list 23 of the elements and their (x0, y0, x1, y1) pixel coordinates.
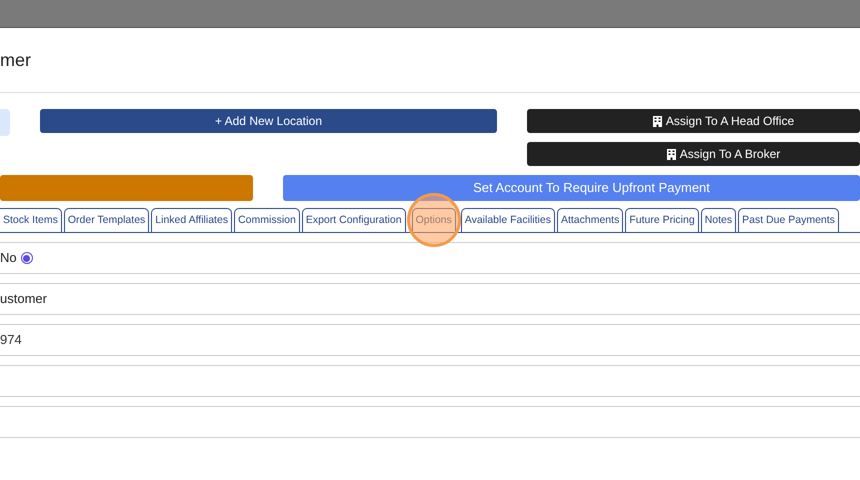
field-text: ustomer (0, 290, 47, 308)
tab[interactable]: Notes (700, 208, 736, 232)
upfront-payment-button[interactable]: Set Account To Require Upfront Payment (283, 175, 860, 201)
radio-button[interactable] (20, 252, 33, 264)
tab[interactable]: Order Templates (64, 208, 150, 232)
tab[interactable]: Stock Items (0, 208, 62, 232)
input-field[interactable]: 974 (0, 330, 120, 350)
tab[interactable]: Linked Affiliates (151, 208, 232, 232)
tab[interactable]: Export Configuration (302, 208, 406, 232)
radio-label: No (0, 249, 17, 268)
tab[interactable]: Available Facilities (460, 208, 555, 232)
button[interactable] (0, 109, 10, 136)
add-location-button[interactable]: + Add New Location (40, 109, 497, 133)
button[interactable] (0, 175, 253, 201)
building-icon (666, 148, 676, 160)
tab[interactable]: Attachments (556, 208, 624, 232)
modal-title: mer (0, 48, 31, 72)
building-icon (652, 116, 662, 126)
tab[interactable]: Commission (234, 208, 300, 232)
assign-button[interactable]: Assign To A Head Office (527, 109, 860, 133)
tab[interactable]: Past Due Payments (738, 208, 839, 232)
tab[interactable]: Future Pricing (625, 208, 699, 232)
assign-button[interactable]: Assign To A Broker (527, 142, 860, 166)
